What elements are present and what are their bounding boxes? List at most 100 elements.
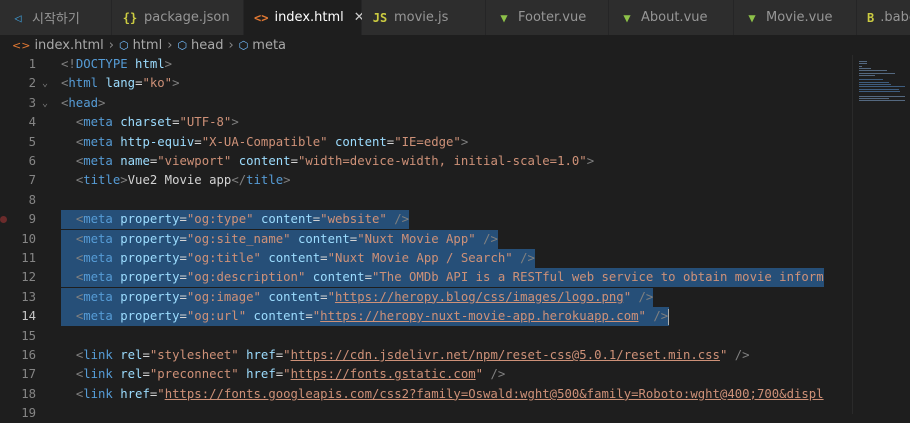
text-cursor bbox=[668, 308, 670, 325]
code-token: property bbox=[120, 251, 180, 265]
code-content: <html lang="ko"> bbox=[61, 74, 180, 93]
code-line[interactable]: 1 <!DOCTYPE html> bbox=[0, 55, 852, 74]
code-line[interactable]: 9 <meta property="og:type" content="webs… bbox=[0, 210, 852, 230]
code-token: > bbox=[172, 76, 180, 91]
tab-movie-vue[interactable]: ▼ Movie.vue bbox=[734, 0, 857, 35]
minimap-line bbox=[859, 70, 887, 72]
tab-label: .babe bbox=[880, 10, 910, 25]
code-content: <meta charset="UTF-8"> bbox=[61, 113, 239, 132]
code-token: property bbox=[120, 270, 180, 285]
tab-movie-js[interactable]: JS movie.js bbox=[362, 0, 486, 35]
code-line[interactable]: 2 ⌄ <html lang="ko"> bbox=[0, 74, 852, 93]
tab-package-json[interactable]: {} package.json bbox=[112, 0, 244, 35]
code-token: "website" bbox=[320, 212, 387, 227]
fold-chevron-icon[interactable]: ⌄ bbox=[42, 94, 54, 113]
line-number: 16 bbox=[21, 348, 36, 362]
minimap-line bbox=[859, 88, 899, 90]
html-file-icon: <> bbox=[12, 38, 31, 52]
line-number: 1 bbox=[28, 57, 36, 71]
editor-tab-bar: ◁ 시작하기{} package.json <> index.html ✕ JS movie.… bbox=[0, 0, 910, 35]
breadcrumb-item[interactable]: head bbox=[191, 38, 223, 53]
code-token: link bbox=[83, 367, 113, 382]
code-content: <link rel="stylesheet" href="https://cdn… bbox=[61, 346, 750, 365]
tab-footer-vue[interactable]: ▼ Footer.vue bbox=[486, 0, 609, 35]
code-editor[interactable]: 1 <!DOCTYPE html> 2 ⌄ <html lang="ko"> 3 ⌄ <hea… bbox=[0, 55, 910, 420]
code-content: <meta property="og:title" content="Nuxt … bbox=[61, 249, 535, 268]
code-token: https://heropy.blog/css/images/logo.png bbox=[334, 289, 624, 304]
code-content: <title>Vue2 Movie app</title> bbox=[61, 171, 291, 190]
fold-chevron-icon[interactable]: ⌄ bbox=[42, 74, 54, 93]
code-line[interactable]: 6 <meta name="viewport" content="width=d… bbox=[0, 152, 852, 171]
code-line[interactable]: 16 <link rel="stylesheet" href="https://… bbox=[0, 346, 852, 365]
tab-babe[interactable]: B .babe bbox=[857, 0, 910, 35]
minimap-line bbox=[859, 67, 871, 69]
vue-icon: ▼ bbox=[623, 10, 631, 25]
code-token: meta bbox=[83, 309, 113, 324]
code-token: "width=device-width, initial-scale=1.0" bbox=[297, 154, 587, 168]
code-token: /> bbox=[394, 212, 410, 227]
code-token: = bbox=[179, 309, 187, 324]
code-token: = bbox=[290, 154, 298, 168]
code-token: content bbox=[238, 154, 291, 168]
code-token: " bbox=[283, 367, 291, 382]
code-token: meta bbox=[83, 270, 113, 285]
code-line[interactable]: 15 bbox=[0, 327, 852, 346]
minimap[interactable] bbox=[852, 55, 910, 414]
code-token: rel bbox=[120, 367, 143, 382]
minimap-line bbox=[859, 95, 905, 97]
code-token: lang bbox=[105, 76, 136, 91]
chevron-right-icon: › bbox=[108, 37, 114, 53]
breadcrumb-item[interactable]: index.html bbox=[34, 38, 103, 53]
minimap-line bbox=[859, 81, 889, 83]
code-token: > bbox=[586, 154, 595, 168]
code-line[interactable]: 10 <meta property="og:site_name" content… bbox=[0, 229, 852, 249]
line-number: 4 bbox=[28, 115, 36, 130]
code-content: <!DOCTYPE html> bbox=[61, 55, 172, 74]
tab-[interactable]: ◁ 시작하기 bbox=[0, 0, 112, 35]
line-number: 7 bbox=[28, 173, 36, 188]
code-line[interactable]: 8 bbox=[0, 191, 852, 210]
code-content: <meta property="og:image" content="https… bbox=[61, 287, 654, 307]
minimap-line bbox=[859, 79, 883, 81]
code-line[interactable]: 18 <link href="https://fonts.googleapis.… bbox=[0, 385, 852, 404]
code-line[interactable]: 14 <meta property="og:url" content="http… bbox=[0, 307, 852, 327]
minimap-line bbox=[859, 84, 891, 85]
code-line[interactable]: 7 <title>Vue2 Movie app</title> bbox=[0, 171, 852, 190]
code-line[interactable]: 5 <meta http-equiv="X-UA-Compatible" con… bbox=[0, 133, 852, 152]
code-token: "preconnect" bbox=[149, 367, 239, 382]
code-line[interactable]: 12 <meta property="og:description" conte… bbox=[0, 268, 852, 288]
code-token: href bbox=[120, 386, 150, 401]
breadcrumb-item[interactable]: meta bbox=[252, 38, 286, 53]
code-token: title bbox=[83, 173, 121, 188]
code-token: content bbox=[297, 231, 350, 246]
code-token: "og:site_name" bbox=[186, 231, 291, 246]
code-token: meta bbox=[83, 212, 113, 227]
code-token: "og:title" bbox=[186, 251, 261, 265]
code-token: = bbox=[194, 134, 202, 149]
line-number: 13 bbox=[21, 289, 36, 304]
code-token: > bbox=[164, 57, 173, 71]
line-number: 5 bbox=[28, 134, 36, 149]
code-content: <link rel="preconnect" href="https://fon… bbox=[61, 365, 505, 384]
code-line[interactable]: 3 ⌄ <head> bbox=[0, 94, 852, 113]
tab-index-html[interactable]: <> index.html ✕ bbox=[244, 0, 365, 35]
line-number: 11 bbox=[21, 251, 36, 265]
tab-about-vue[interactable]: ▼ About.vue bbox=[609, 0, 734, 35]
code-line[interactable]: 17 <link rel="preconnect" href="https://… bbox=[0, 365, 852, 384]
minimap-line bbox=[859, 65, 862, 67]
breadcrumb-item[interactable]: html bbox=[133, 38, 163, 53]
code-line[interactable]: 11 <meta property="og:title" content="Nu… bbox=[0, 249, 852, 268]
code-token: = bbox=[179, 231, 187, 246]
code-line[interactable]: 13 <meta property="og:image" content="ht… bbox=[0, 287, 852, 307]
code-token: /> bbox=[653, 309, 669, 324]
code-token: html bbox=[135, 57, 165, 71]
element-icon: ⬡ bbox=[118, 38, 129, 52]
code-token: Vue2 Movie app bbox=[127, 173, 232, 188]
code-token: /> bbox=[490, 367, 506, 382]
tab-label: Movie.vue bbox=[766, 10, 833, 25]
code-line[interactable]: 4 <meta charset="UTF-8"> bbox=[0, 113, 852, 132]
